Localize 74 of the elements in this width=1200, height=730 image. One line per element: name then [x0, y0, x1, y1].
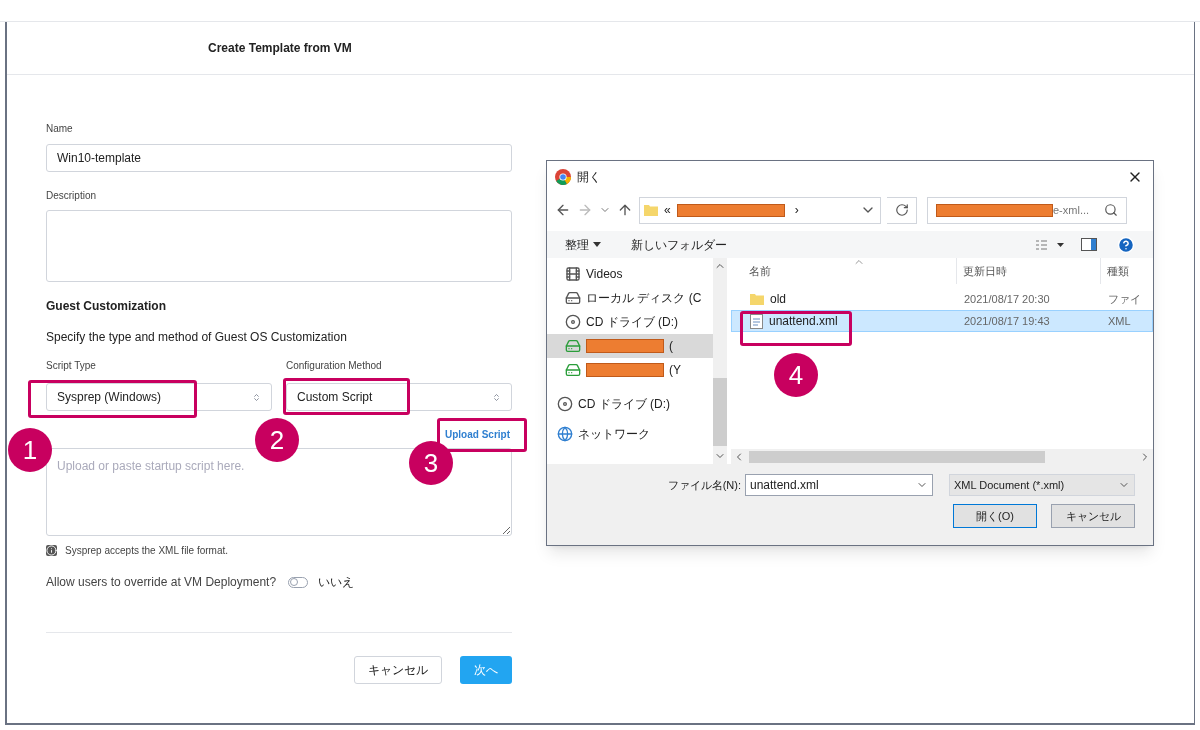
select-arrows-icon [252, 392, 261, 402]
select-arrows-icon [492, 392, 501, 402]
dialog-cancel-button[interactable]: キャンセル [1051, 504, 1135, 528]
nav-item[interactable]: Videos [547, 262, 713, 286]
search-placeholder: e-xml... [1053, 202, 1090, 218]
page-title: Create Template from VM [208, 40, 352, 57]
document-icon [750, 313, 763, 329]
forward-icon[interactable] [577, 202, 593, 218]
field-label: Configuration Method [286, 359, 382, 373]
network-drive-icon [565, 338, 581, 354]
override-toggle[interactable] [288, 576, 309, 588]
file-type-select[interactable]: XML Document (*.xml) [949, 474, 1135, 496]
network-drive-icon [565, 362, 581, 378]
nav-item[interactable]: ネットワーク [547, 422, 713, 446]
section-title: Guest Customization [46, 298, 167, 315]
up-icon[interactable] [617, 202, 633, 218]
file-date: 2021/08/17 20:30 [963, 291, 1051, 307]
file-type: XML [1107, 313, 1131, 329]
browser-logo-icon [555, 169, 571, 185]
preview-pane-icon[interactable] [1081, 238, 1097, 251]
section-subtitle: Specify the type and method of Guest OS Customization [46, 329, 348, 346]
address-bar[interactable]: « › [639, 196, 881, 224]
film-icon [565, 266, 581, 282]
refresh-icon[interactable] [894, 203, 909, 217]
help-icon[interactable] [1117, 235, 1135, 254]
upload-script-link[interactable]: Upload Script [445, 427, 510, 442]
step-badge: 3 [409, 441, 453, 485]
info-note: Sysprep accepts the XML file format. [65, 544, 229, 558]
nav-item[interactable]: ローカル ディスク (C [547, 286, 713, 310]
view-options-icon[interactable] [1035, 238, 1065, 251]
description-field[interactable] [46, 210, 512, 282]
drive-icon [565, 290, 581, 306]
back-icon[interactable] [555, 202, 571, 218]
scrollbar[interactable] [713, 258, 727, 464]
organize-menu[interactable]: 整理 [565, 235, 601, 254]
step-badge: 2 [255, 418, 299, 462]
file-name-label: ファイル名(N): [667, 477, 741, 493]
column-header[interactable]: 更新日時 [957, 258, 1101, 284]
file-name-field[interactable]: unattend.xml [745, 474, 933, 496]
column-header[interactable]: 名前 [731, 258, 957, 284]
dialog-title: 開く [577, 169, 601, 186]
nav-item[interactable]: CD ドライブ (D:) [547, 310, 713, 334]
cancel-button[interactable]: キャンセル [354, 656, 442, 684]
disc-icon [565, 314, 581, 330]
file-row[interactable]: old 2021/08/17 20:30 ファイ [731, 288, 1153, 310]
toggle-state: いいえ [318, 574, 355, 591]
folder-icon [750, 293, 764, 305]
nav-item[interactable]: CD ドライブ (D:) [547, 392, 713, 416]
nav-item[interactable]: ( [547, 334, 713, 358]
override-label: Allow users to override at VM Deployment? [46, 574, 277, 591]
file-name: old [770, 291, 786, 308]
open-button[interactable]: 開く(O) [953, 504, 1037, 528]
nav-item[interactable]: (Y [547, 358, 713, 382]
configuration-method-select[interactable]: Custom Script [286, 383, 512, 411]
folder-icon [644, 204, 658, 216]
step-badge: 1 [8, 428, 52, 472]
file-date: 2021/08/17 19:43 [963, 313, 1051, 329]
new-folder-button[interactable]: 新しいフォルダー [631, 235, 727, 254]
search-field[interactable]: e-xml... [927, 196, 1127, 224]
file-type: ファイ [1107, 291, 1141, 307]
field-label: Name [46, 122, 74, 136]
name-field[interactable]: Win10-template [46, 144, 512, 172]
dropdown-icon [593, 242, 601, 247]
field-label: Script Type [46, 359, 96, 373]
field-label: Description [46, 189, 98, 203]
disc-icon [557, 396, 573, 412]
file-name: unattend.xml [769, 313, 838, 330]
column-header[interactable]: 種類 [1101, 262, 1129, 280]
network-icon [557, 426, 573, 442]
file-row[interactable]: unattend.xml 2021/08/17 19:43 XML [731, 310, 1153, 332]
info-icon [46, 545, 57, 556]
search-icon [1104, 203, 1118, 217]
horizontal-scrollbar[interactable] [731, 449, 1153, 464]
script-type-select[interactable]: Sysprep (Windows) [46, 383, 272, 411]
